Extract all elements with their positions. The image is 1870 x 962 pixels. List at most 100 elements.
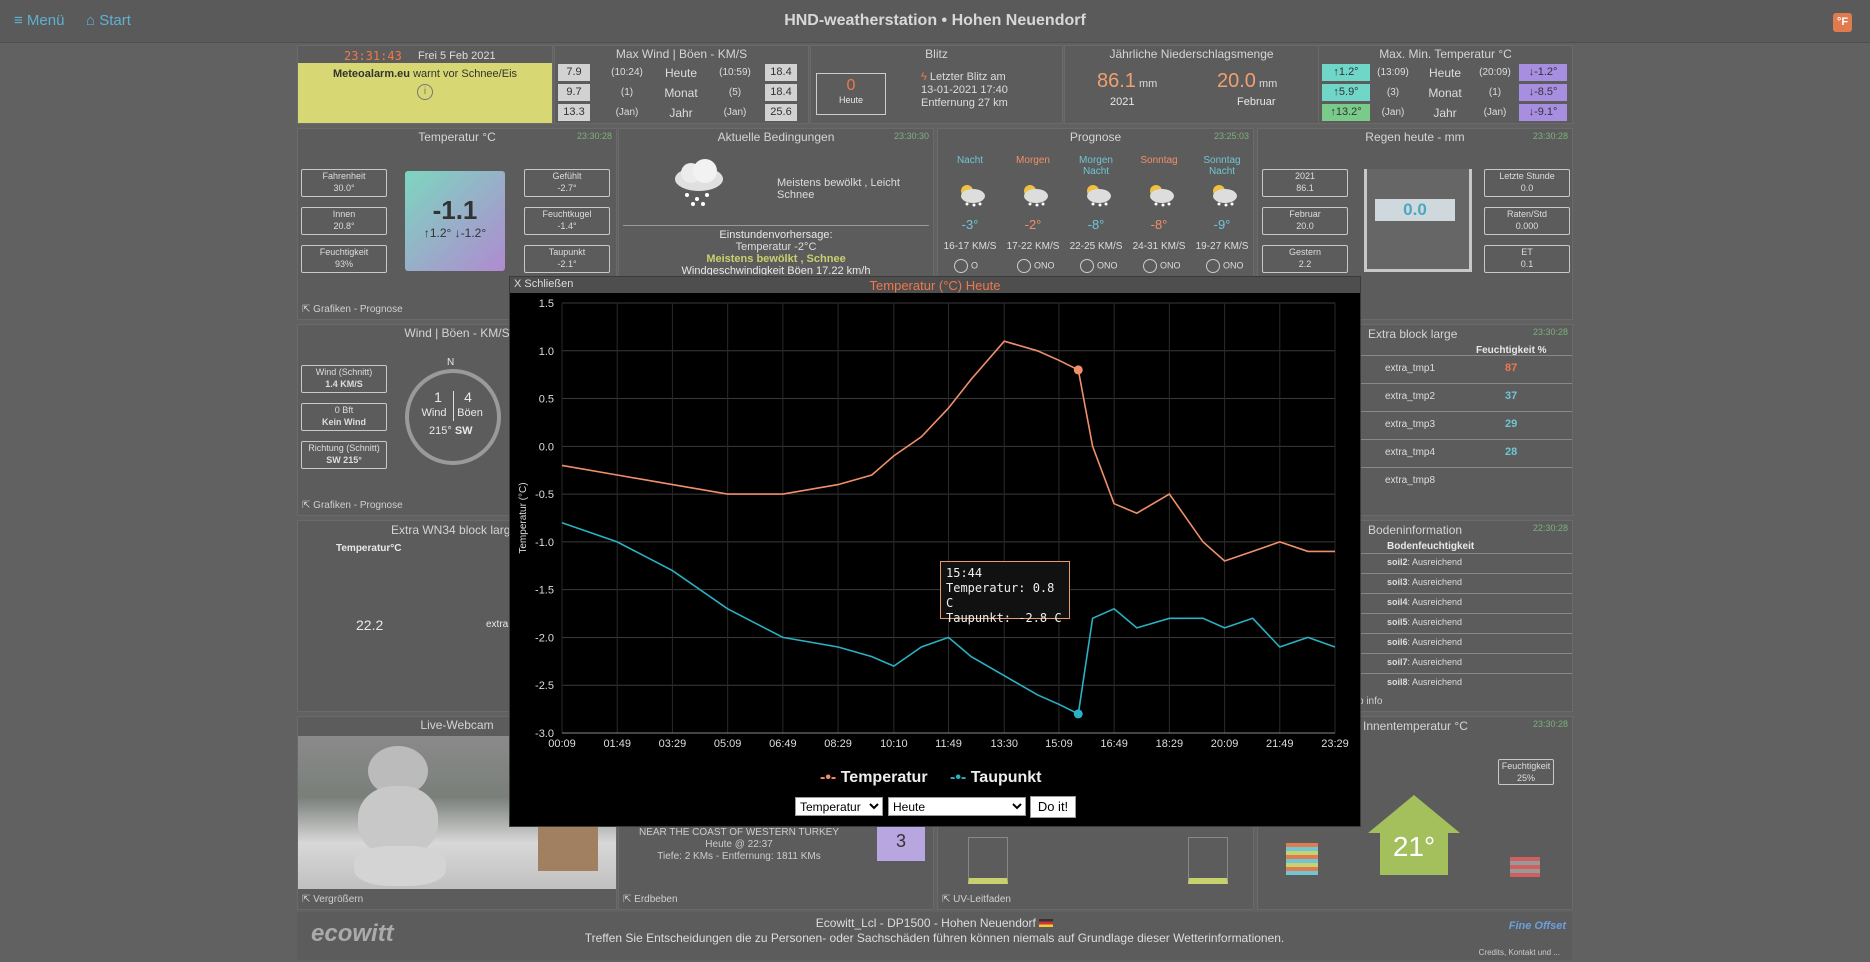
max-wind-label: Monat <box>664 86 698 100</box>
wind-graph-link[interactable]: ⇱ Grafiken - Prognose <box>302 500 403 511</box>
soil-row-divider <box>1358 573 1572 574</box>
indoor-scale-right <box>1510 857 1540 877</box>
x-tick-label: 05:09 <box>714 738 742 750</box>
external-link-icon: ⇱ <box>302 500 314 511</box>
rain-year-box: 2021 86.1 <box>1262 169 1348 197</box>
external-link-icon: ⇱ <box>302 304 314 315</box>
forecast-wind: 19-27 KM/S <box>1195 241 1249 252</box>
wind-avg-box: Wind (Schnitt) 1.4 KM/S <box>301 365 387 393</box>
wet-bulb-box: Feuchtkugel -1.4° <box>524 207 610 235</box>
max-min-title: Max. Min. Temperatur °C <box>1379 47 1512 61</box>
lightning-title: Blitz <box>925 47 948 61</box>
hour-forecast: Einstundenvorhersage: Temperatur -2°C Me… <box>681 229 871 275</box>
indoor-humidity-box: Feuchtigkeit 25% <box>1498 759 1554 785</box>
max-gust-value: 18.4 <box>765 84 797 101</box>
temperature-title: Temperatur °C <box>418 130 496 144</box>
soil-row: soil5: Ausreichend <box>1387 617 1463 627</box>
forecast-wind: 16-17 KM/S <box>943 241 997 252</box>
forecast-day-name: Sonntag Nacht <box>1203 155 1241 177</box>
extra-sensor-name: extra_tmp4 <box>1385 447 1436 458</box>
extra-sensor-value: 87 <box>1505 362 1518 374</box>
wind-arrow-icon <box>1206 259 1220 273</box>
extra-sensor-value: 28 <box>1505 446 1518 458</box>
info-icon[interactable]: i <box>417 84 433 100</box>
rain-month-box: Februar 20.0 <box>1262 207 1348 235</box>
extra-block-timestamp: 23:30:28 <box>1532 327 1568 337</box>
forecast-wind-direction: ONO <box>1017 259 1061 275</box>
extra-row-divider <box>1358 439 1572 440</box>
metric-select[interactable]: Temperatur <box>795 797 883 816</box>
webcam-enlarge-link[interactable]: ⇱ Vergrößern <box>302 894 363 905</box>
min-temp-time: (Jan) <box>1483 107 1507 118</box>
annual-rain-year: 2021 <box>1110 96 1135 108</box>
lightning-count-label: Heute <box>838 95 864 105</box>
do-it-button[interactable]: Do it! <box>1030 796 1076 818</box>
lightning-panel: Blitz 0 Heute ϟ Letzter Blitz am 13-01-2… <box>810 45 1063 124</box>
extra-row-divider <box>1358 411 1572 412</box>
lightning-count-box: 0 Heute <box>816 73 886 115</box>
extra-row-divider <box>1358 355 1572 356</box>
wind-arrow-icon <box>954 259 968 273</box>
max-gust-time: (5) <box>728 87 742 98</box>
forecast-temp: -2° <box>1024 217 1042 232</box>
uv-guide-link[interactable]: ⇱ UV-Leitfaden <box>942 894 1011 905</box>
uv-bar-right <box>1188 837 1228 884</box>
month-rain-value: 20.0 mm <box>1217 70 1278 92</box>
max-min-label: Jahr <box>1433 106 1457 120</box>
period-select[interactable]: Heute <box>888 797 1026 816</box>
min-temp-value: ↓-8.5° <box>1519 84 1567 101</box>
conditions-panel: Aktuelle Bedingungen 23:30:30 Meistens b… <box>618 128 934 280</box>
rain-rate-box: Raten/Std 0.000 <box>1484 207 1570 235</box>
forecast-weather-icon <box>1145 181 1175 207</box>
extra-sensor-name: extra_tmp8 <box>1385 475 1436 486</box>
forecast-wind: 17-22 KM/S <box>1006 241 1060 252</box>
current-temp-tile: -1.1 ↑1.2° ↓-1.2° <box>405 171 505 271</box>
x-tick-label: 16:49 <box>1100 738 1128 750</box>
clock-panel: 23:31:43 Frei 5 Feb 2021 Meteoalarm.eu w… <box>297 45 553 124</box>
max-temp-time: (Jan) <box>1381 107 1405 118</box>
legend-temperatur[interactable]: -•- Temperatur <box>820 769 928 787</box>
max-gust-value: 25.6 <box>765 104 797 121</box>
forecast-day-name: Sonntag <box>1140 155 1178 166</box>
rain-gauge-value: 0.0 <box>1375 199 1455 221</box>
warning-box[interactable]: Meteoalarm.eu warnt vor Schnee/Eis i <box>298 63 552 123</box>
x-tick-label: 08:29 <box>824 738 852 750</box>
temp-graph-link[interactable]: ⇱ Grafiken - Prognose <box>302 304 403 315</box>
max-wind-time: (1) <box>620 87 634 98</box>
x-tick-label: 13:30 <box>991 738 1019 750</box>
forecast-wind-direction: ONO <box>1143 259 1187 275</box>
conditions-title: Aktuelle Bedingungen <box>717 130 835 144</box>
lightning-icon: ϟ <box>921 71 930 83</box>
last-hour-box: Letzte Stunde 0.0 <box>1484 169 1570 197</box>
max-gust-time: (Jan) <box>723 107 747 118</box>
legend-taupunkt[interactable]: -•- Taupunkt <box>950 769 1042 787</box>
feels-like-box: Gefühlt -2.7° <box>524 169 610 197</box>
unit-toggle-button[interactable]: °F <box>1833 13 1852 32</box>
max-gust-value: 18.4 <box>765 64 797 81</box>
clock-time: 23:31:43 <box>344 49 402 63</box>
beaufort-box: 0 Bft Kein Wind <box>301 403 387 431</box>
forecast-panel: Prognose 23:25:03 Nacht -3° 16-17 KM/S O Mor… <box>937 128 1254 280</box>
credits-link[interactable]: Credits, Kontakt und ... <box>1479 948 1560 957</box>
extra-row-divider <box>1358 467 1572 468</box>
footer-station: Ecowitt_Lcl - DP1500 - Hohen Neuendorf <box>297 916 1572 930</box>
soil-row-divider <box>1358 553 1572 554</box>
max-temp-value: ↑13.2° <box>1322 104 1370 121</box>
house-icon: 21° <box>1366 793 1462 877</box>
rain-yesterday-box: Gestern 2.2 <box>1262 245 1348 273</box>
external-link-icon: ⇱ <box>942 894 954 905</box>
max-wind-title: Max Wind | Böen - KM/S <box>615 47 748 61</box>
indoor-timestamp: 23:30:28 <box>1532 719 1568 729</box>
max-wind-panel: Max Wind | Böen - KM/S 7.9 (10:24) Heute (1… <box>554 45 809 124</box>
indoor-title: Innentemperatur °C <box>1363 719 1468 733</box>
y-tick-label: 1.5 <box>539 298 554 310</box>
earthquake-link[interactable]: ⇱ Erdbeben <box>623 894 678 905</box>
extra-sensor-value: 37 <box>1505 390 1518 402</box>
fine-offset-logo: Fine Offset <box>1508 920 1566 932</box>
annual-rain-panel: Jährliche Niederschlagsmenge 86.1 mm 202… <box>1064 45 1319 124</box>
max-temp-time: (3) <box>1386 87 1400 98</box>
soil-row-divider <box>1358 593 1572 594</box>
soil-info-link[interactable]: p info <box>1358 696 1382 707</box>
soil-row-divider <box>1358 613 1572 614</box>
soil-row: soil2: Ausreichend <box>1387 557 1463 567</box>
